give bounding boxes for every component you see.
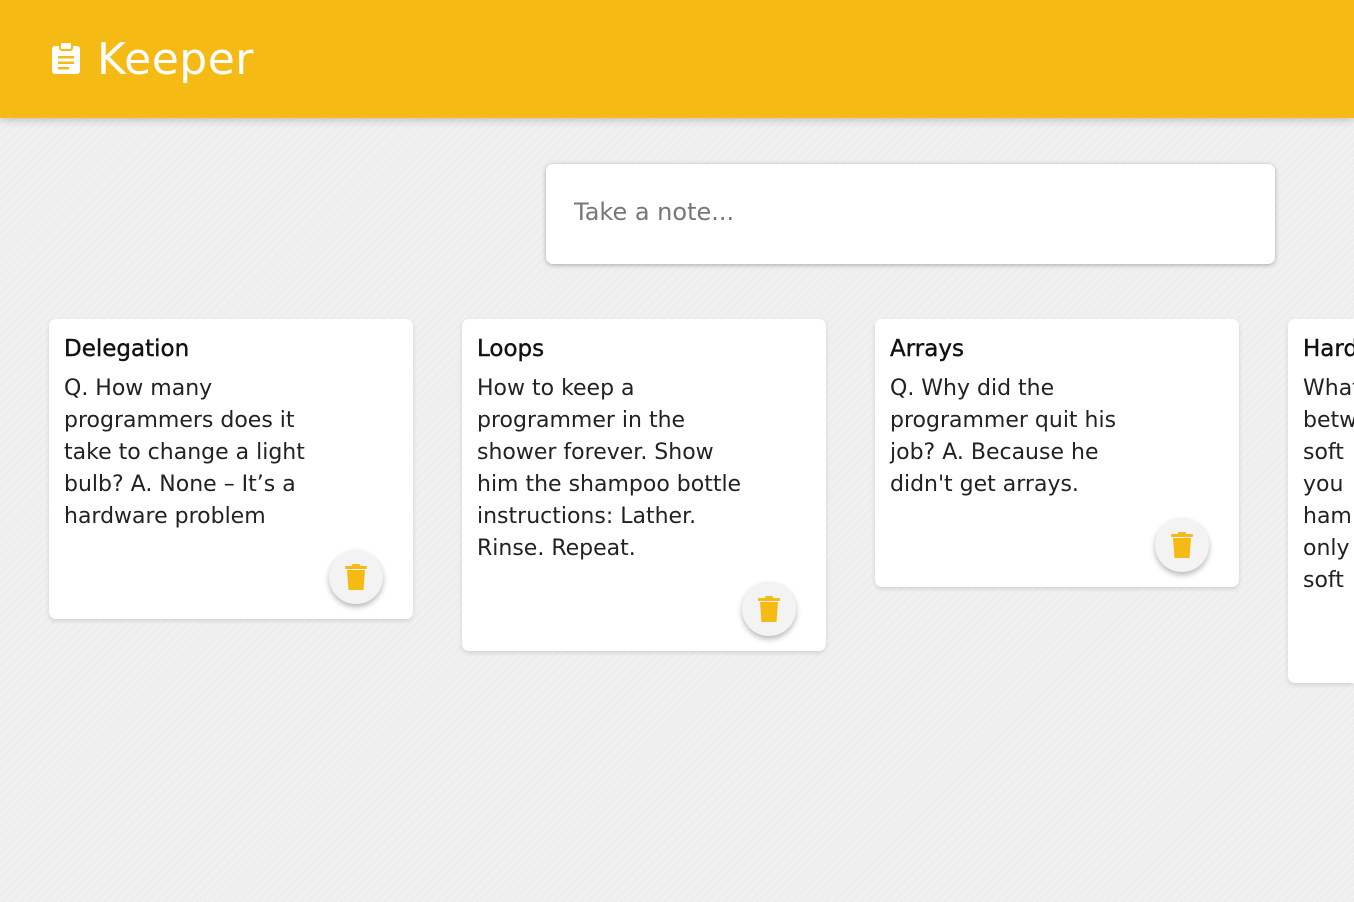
app-header: Keeper [0, 0, 1354, 118]
trash-icon [1171, 532, 1193, 558]
note-content: Q. How many programmers does it take to … [64, 376, 305, 529]
note-title: Delegation [64, 336, 190, 362]
note-input[interactable] [574, 192, 1234, 232]
delete-button[interactable] [742, 582, 796, 636]
note-content: How to keep a programmer in the shower f… [477, 376, 742, 561]
note-title: Arrays [890, 336, 964, 362]
note-card: Loops How to keep a programmer in the sh… [462, 319, 826, 651]
note-icon [52, 42, 80, 74]
note-content: What betw soft you ham only soft [1303, 376, 1354, 593]
trash-icon [345, 564, 367, 590]
note-card: Hard What betw soft you ham only soft [1288, 319, 1354, 683]
note-card: Delegation Q. How many programmers does … [49, 319, 413, 619]
create-note-form [546, 164, 1275, 264]
trash-icon [758, 596, 780, 622]
delete-button[interactable] [329, 550, 383, 604]
note-card: Arrays Q. Why did the programmer quit hi… [875, 319, 1239, 587]
note-title: Loops [477, 336, 545, 362]
delete-button[interactable] [1155, 518, 1209, 572]
note-title: Hard [1303, 336, 1354, 362]
app-title: Keeper [97, 34, 254, 85]
note-content: Q. Why did the programmer quit his job? … [890, 376, 1117, 497]
